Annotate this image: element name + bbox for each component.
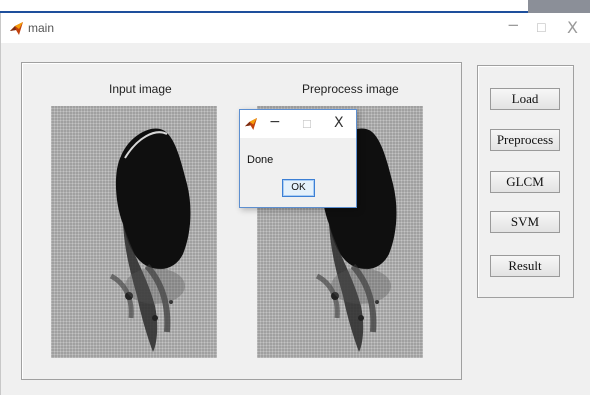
dialog-close-button[interactable]: X (334, 115, 344, 131)
input-image-label: Input image (109, 82, 172, 96)
matlab-icon (10, 22, 23, 35)
load-button[interactable]: Load (490, 88, 560, 110)
minimize-button[interactable]: − (507, 16, 520, 34)
desktop-strip (0, 0, 590, 13)
desktop-corner (528, 0, 590, 13)
message-dialog: − ☐ X Done OK (239, 109, 357, 208)
preprocess-button[interactable]: Preprocess (490, 129, 560, 151)
window-title: main (28, 21, 55, 35)
dialog-minimize-button[interactable]: − (269, 114, 281, 130)
glcm-button[interactable]: GLCM (490, 171, 560, 193)
svm-button[interactable]: SVM (490, 211, 560, 233)
dialog-message: Done (247, 154, 274, 166)
title-bar[interactable]: main − ☐ X (1, 13, 590, 43)
close-button[interactable]: X (567, 18, 578, 37)
matlab-icon (245, 118, 257, 130)
result-button[interactable]: Result (490, 255, 560, 277)
ok-button[interactable]: OK (282, 179, 315, 197)
preprocess-image-label: Preprocess image (302, 82, 399, 96)
dialog-maximize-button[interactable]: ☐ (302, 118, 312, 131)
button-panel: Load Preprocess GLCM SVM Result (477, 65, 574, 298)
dialog-title-bar[interactable]: − ☐ X (240, 110, 356, 138)
maximize-button[interactable]: ☐ (536, 21, 547, 35)
input-image (51, 106, 217, 358)
